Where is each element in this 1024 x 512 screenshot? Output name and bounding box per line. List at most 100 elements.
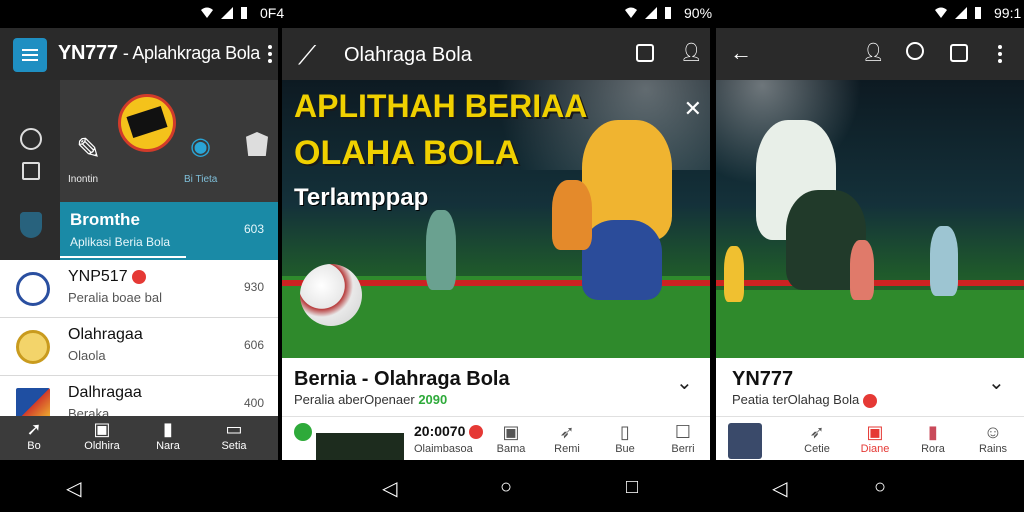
chevron-down-icon[interactable]: ⌄ [988, 370, 1005, 395]
nav-setia[interactable]: ▭ Setia [204, 418, 264, 452]
promo-number: 20:0070 [414, 423, 484, 440]
menu-button[interactable] [13, 38, 47, 72]
status-dot [294, 423, 312, 441]
nav-nara[interactable]: ▮ Nara [138, 418, 198, 452]
row-title: Olahragaa [68, 326, 143, 343]
card-title: Bernia - Olahraga Bola [294, 368, 510, 390]
card-subtitle: Peralia aberOpenaer 2090 [294, 392, 448, 407]
nav-diane[interactable]: ▣ Diane [850, 421, 900, 455]
hero-subtitle: Terlamppap [294, 184, 429, 211]
avatar [16, 272, 50, 306]
battery-icon [664, 6, 678, 20]
app-bar: ← 👤︎ [716, 28, 1024, 80]
row-num: 606 [243, 338, 264, 352]
status-time: 99:1 [994, 5, 1022, 21]
logo-icon: ⟋ [298, 40, 317, 70]
selected-title: Bromthe [70, 210, 140, 229]
team-logo[interactable] [118, 94, 176, 152]
nav-remi[interactable]: ➶ Remi [542, 421, 592, 455]
app-bar: ⟋ Olahraga Bola 👤︎ [282, 28, 710, 80]
row-sub: Olaola [68, 348, 106, 363]
promo-label: Olaimbasoa [414, 443, 473, 455]
nav-oldhira[interactable]: ▣ Oldhira [72, 418, 132, 452]
status-battery-text: 90% [684, 5, 713, 21]
book-icon: ▮ [163, 419, 173, 439]
shield-icon[interactable] [20, 212, 42, 238]
book-icon: ▮ [928, 422, 938, 442]
nav-rora[interactable]: ▮ Rora [908, 421, 958, 455]
promo-thumbnail[interactable] [316, 433, 404, 460]
pitch [716, 290, 1024, 358]
row-title: YNP517 [68, 268, 147, 286]
back-button[interactable]: ◁ [66, 476, 81, 501]
chevron-down-icon[interactable]: ⌄ [676, 370, 693, 395]
badge-icon[interactable] [246, 132, 268, 156]
selected-sub: Aplikasi Beria Bola [70, 235, 171, 249]
bottom-nav: ➚ Bo ▣ Oldhira ▮ Nara ▭ Setia [0, 416, 278, 460]
status-time: 0F4 [260, 5, 285, 21]
selected-num: 603 [243, 222, 264, 236]
hero-title-line-2: OLAHA BOLA [294, 134, 520, 172]
signal-icon [954, 6, 968, 20]
back-button[interactable]: ◁ [382, 476, 397, 501]
hero-banner[interactable]: APLITHAH BERIAA OLAHA BOLA Terlamppap ✕ [282, 80, 710, 358]
drop-icon[interactable]: ◉ [190, 132, 211, 161]
row-num: 400 [243, 396, 264, 410]
chat-icon: ☐ [674, 422, 692, 442]
more-options-icon[interactable] [268, 45, 272, 66]
list-item-selected[interactable]: Bromthe Aplikasi Beria Bola 603 [60, 202, 278, 260]
close-icon[interactable]: ✕ [684, 96, 702, 122]
card-title: YN777 [732, 368, 794, 390]
status-bar: 0F4 90% 99:1 [0, 0, 1024, 28]
list-item[interactable]: Olahragaa Olaola 606 [0, 318, 278, 376]
signal-icon [220, 6, 234, 20]
signal-icon [644, 6, 658, 20]
user-icon[interactable]: 👤︎ [862, 42, 885, 63]
status-group-2: 90% [624, 5, 712, 21]
row-title: Dalhragaa [68, 384, 142, 401]
thumbnail[interactable] [728, 423, 762, 459]
screen-detail: ⟋ Olahraga Bola 👤︎ APLITHAH BERIAA OLAHA… [282, 28, 710, 460]
profile-icon: ☺ [983, 422, 1003, 442]
card-icon: ▭ [225, 419, 243, 439]
home-button[interactable]: ○ [874, 476, 886, 499]
arrow-icon: ➚ [26, 419, 42, 439]
more-options-icon[interactable] [998, 45, 1002, 66]
nav-cetie[interactable]: ➶ Cetie [792, 421, 842, 455]
bottom-nav: ➶ Cetie ▣ Diane ▮ Rora ☺ Rains [716, 416, 1024, 460]
row-sub: Peralia boae bal [68, 290, 162, 305]
side-rail [0, 80, 60, 260]
document-icon[interactable] [22, 162, 40, 180]
icon-label-2: Bi Tieta [184, 174, 218, 185]
back-icon[interactable]: ← [730, 40, 752, 66]
system-nav-bar: ◁ ◁ ○ □ ◁ ○ [0, 460, 1024, 512]
nav-bue[interactable]: ▯ Bue [600, 421, 650, 455]
nav-rains[interactable]: ☺ Rains [968, 421, 1018, 455]
book-icon: ▯ [620, 422, 630, 442]
selected-underline [60, 256, 186, 258]
app-title-bold: YN777 [58, 42, 118, 64]
home-button[interactable]: ○ [500, 476, 512, 499]
nav-home[interactable]: ➚ Bo [4, 418, 64, 452]
back-button[interactable]: ◁ [772, 476, 787, 501]
user-icon[interactable]: 👤︎ [680, 42, 703, 63]
chat-icon[interactable] [636, 44, 654, 62]
avatar [16, 330, 50, 364]
screen-drawer: YN777 - Aplahkraga Bola ✎ Inontin ◉ Bi T… [0, 28, 278, 460]
chat-icon[interactable] [950, 44, 968, 62]
nav-berri[interactable]: ☐ Berri [658, 421, 708, 455]
row-num: 930 [243, 280, 264, 294]
notification-badge [132, 269, 147, 284]
search-icon[interactable] [906, 42, 924, 60]
feather-icon[interactable]: ✎ [76, 132, 101, 167]
wifi-icon [200, 6, 214, 20]
wifi-icon [624, 6, 638, 20]
list-item[interactable]: YNP517 Peralia boae bal 930 [0, 260, 278, 318]
nav-bama[interactable]: ▣ Bama [486, 421, 536, 455]
user-search-icon[interactable] [20, 128, 42, 150]
match-image[interactable] [716, 80, 1024, 358]
share-icon: ➶ [559, 422, 575, 442]
recents-button[interactable]: □ [626, 476, 638, 499]
battery-icon [240, 6, 254, 20]
hero-title-line-1: APLITHAH BERIAA [294, 88, 588, 124]
